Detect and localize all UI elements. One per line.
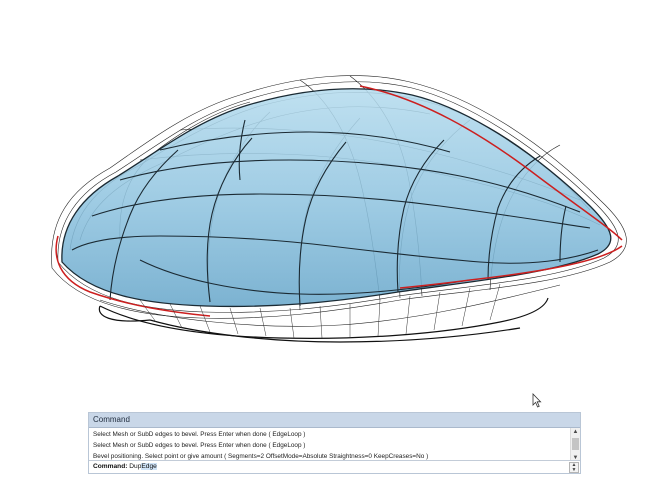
command-panel-title: Command — [89, 413, 580, 428]
scrollbar-thumb[interactable] — [572, 438, 579, 450]
command-spinner-icon[interactable]: ▲ ▼ — [569, 462, 579, 473]
command-prompt-label: Command: — [93, 463, 128, 470]
command-panel: Command Select Mesh or SubD edges to bev… — [88, 412, 581, 474]
subd-model-render[interactable] — [0, 0, 660, 408]
base-outline — [98, 297, 549, 343]
history-scrollbar[interactable]: ▲ ▼ — [570, 428, 580, 462]
command-input[interactable]: Command: DupEdge ▲ ▼ — [89, 460, 580, 473]
command-history[interactable]: Select Mesh or SubD edges to bevel. Pres… — [89, 429, 570, 462]
mouse-pointer-icon — [532, 393, 542, 408]
history-line: Select Mesh or SubD edges to bevel. Pres… — [93, 442, 306, 449]
history-line: Select Mesh or SubD edges to bevel. Pres… — [93, 431, 306, 438]
perspective-viewport[interactable] — [0, 0, 660, 408]
command-input-selection: Edge — [141, 463, 157, 470]
chevron-up-icon[interactable]: ▲ — [571, 428, 580, 436]
command-input-text: Dup — [129, 463, 142, 470]
subd-body-surface — [61, 88, 612, 308]
